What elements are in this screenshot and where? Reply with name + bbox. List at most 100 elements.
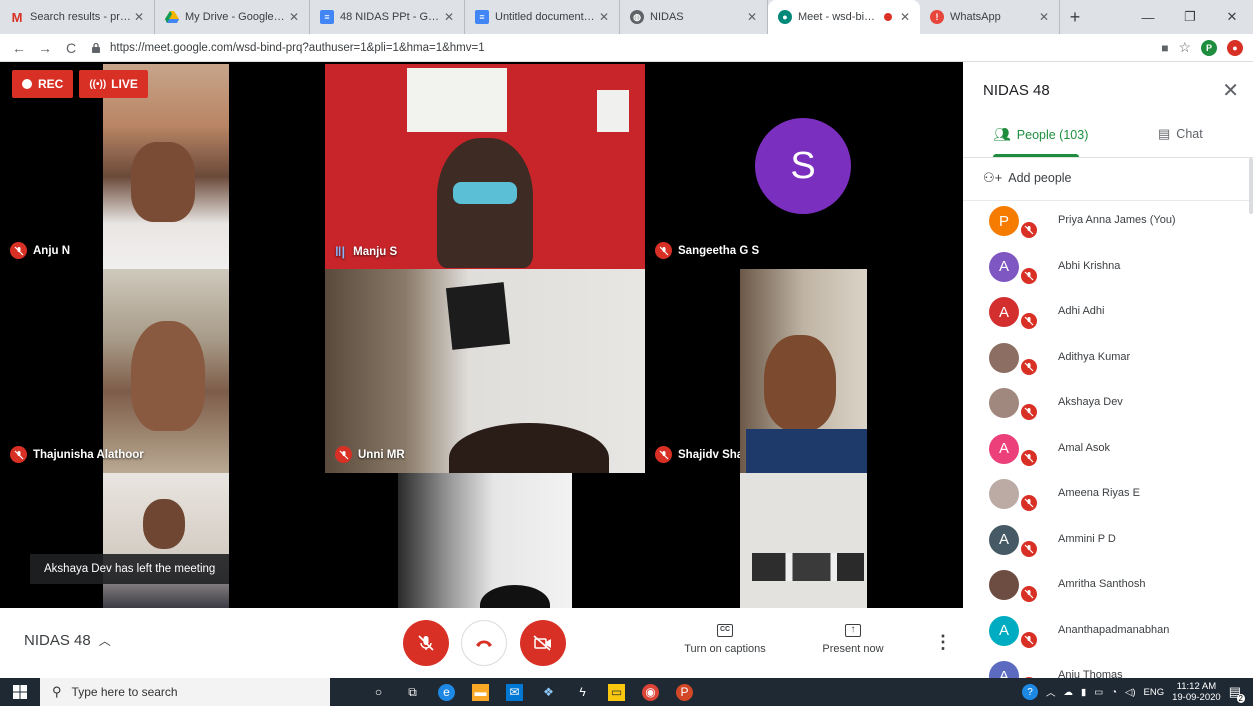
camera-toggle-button[interactable] xyxy=(520,620,566,666)
participant-video xyxy=(143,499,185,549)
participant-row[interactable]: Ameena Riyas E xyxy=(963,473,1253,519)
minimize-button[interactable]: — xyxy=(1127,0,1169,34)
back-button[interactable]: ← xyxy=(6,40,32,56)
tab-people[interactable]: 👥︎ People (103) xyxy=(993,126,1088,143)
add-people-button[interactable]: ⚇+ Add people xyxy=(983,170,1072,186)
add-person-icon: ⚇+ xyxy=(983,170,1003,185)
recording-badges: REC ((•)) LIVE xyxy=(12,70,148,98)
participant-row[interactable]: Akshaya Dev xyxy=(963,382,1253,428)
tab-label: 48 NIDAS PPt - Google xyxy=(340,11,442,23)
profile-avatar[interactable]: P xyxy=(1201,39,1217,56)
wall-clock-image xyxy=(445,282,511,350)
mail-icon[interactable]: ✉ xyxy=(506,683,523,701)
avatar: A xyxy=(989,251,1019,282)
browser-tab-active[interactable]: ● Meet - wsd-bind- ✕ xyxy=(768,0,920,34)
browser-tab[interactable]: ◍ NIDAS ✕ xyxy=(620,0,768,34)
whiteboard-image xyxy=(407,68,507,132)
power-automate-icon[interactable]: ϟ xyxy=(574,684,591,701)
help-icon[interactable]: ? xyxy=(1022,684,1039,700)
tab-chat[interactable]: ▤ Chat xyxy=(1158,126,1203,142)
close-icon[interactable]: ✕ xyxy=(745,10,759,24)
close-icon[interactable]: ✕ xyxy=(442,10,456,24)
captions-icon: CC xyxy=(717,624,733,637)
cortana-icon[interactable]: ○ xyxy=(370,684,387,701)
forward-button[interactable]: → xyxy=(32,40,58,56)
leave-call-button[interactable] xyxy=(461,620,507,666)
live-label: LIVE xyxy=(111,77,138,91)
participant-list-name: Ananthapadmanabhan xyxy=(1058,623,1170,636)
maximize-button[interactable]: ❐ xyxy=(1169,0,1211,34)
camera-indicator-icon[interactable]: ■ xyxy=(1161,41,1168,55)
avatar xyxy=(989,479,1019,509)
mic-off-icon xyxy=(1019,493,1039,513)
close-icon[interactable]: ✕ xyxy=(132,10,146,24)
browser-tab[interactable]: My Drive - Google Drive ✕ xyxy=(155,0,310,34)
window-close-button[interactable]: ✕ xyxy=(1211,0,1253,34)
language-indicator[interactable]: ENG xyxy=(1144,687,1165,698)
participant-row[interactable]: A Adhi Adhi xyxy=(963,291,1253,337)
avatar: A xyxy=(989,297,1019,327)
participant-list-name: Ameena Riyas E xyxy=(1058,487,1140,499)
browser-tab[interactable]: M Search results - priyaa ✕ xyxy=(0,0,155,34)
participant-list-name: Ammini P D xyxy=(1058,532,1116,545)
participant-tile[interactable] xyxy=(398,473,572,608)
mic-off-icon xyxy=(1019,265,1039,286)
clock-date: 19-09-2020 xyxy=(1172,692,1221,703)
chrome-icon[interactable]: ◉ xyxy=(642,683,659,701)
participant-row[interactable]: Amritha Santhosh xyxy=(963,564,1253,610)
extension-icon[interactable]: ● xyxy=(1227,39,1243,56)
participant-tile[interactable]: S Sangeetha G S xyxy=(645,64,963,269)
participant-row[interactable]: A Amal Asok xyxy=(963,428,1253,474)
notifications-icon[interactable]: ▤ 2 xyxy=(1229,684,1245,703)
browser-tab[interactable]: ≡ 48 NIDAS PPt - Google ✕ xyxy=(310,0,465,34)
taskbar-search-box[interactable]: ⚲ Type here to search xyxy=(40,678,330,706)
participant-row[interactable]: A Ammini P D xyxy=(963,519,1253,565)
present-now-button[interactable]: ↑ Present now xyxy=(808,624,898,655)
participant-tile[interactable] xyxy=(740,473,867,608)
close-panel-icon[interactable]: ✕ xyxy=(1222,78,1239,103)
battery-icon[interactable]: ▭ xyxy=(1094,687,1103,698)
participant-row[interactable]: A Abhi Krishna xyxy=(963,246,1253,292)
participant-tile[interactable]: ǁ| Manju S xyxy=(325,64,645,269)
windows-start-button[interactable] xyxy=(0,678,40,706)
bookmark-star-icon[interactable]: ☆ xyxy=(1178,39,1191,56)
add-people-label: Add people xyxy=(1008,171,1072,185)
clock[interactable]: 11:12 AM 19-09-2020 xyxy=(1172,681,1221,703)
captions-button[interactable]: CC Turn on captions xyxy=(680,624,770,655)
close-icon[interactable]: ✕ xyxy=(597,10,611,24)
chat-tab-label: Chat xyxy=(1176,127,1203,141)
sticky-notes-icon[interactable]: ▭ xyxy=(608,683,625,701)
chevron-up-icon[interactable]: ︿ xyxy=(1046,685,1056,699)
more-options-icon[interactable]: ⋮ xyxy=(934,632,952,653)
meeting-details-button[interactable]: NIDAS 48 ︿ xyxy=(24,632,111,649)
whatsapp-icon: ! xyxy=(930,10,944,24)
task-view-icon[interactable]: ⧉ xyxy=(404,684,421,701)
new-tab-button[interactable]: + xyxy=(1060,0,1090,34)
participant-tile[interactable] xyxy=(103,473,229,608)
close-icon[interactable]: ✕ xyxy=(898,10,912,24)
browser-tab[interactable]: ! WhatsApp ✕ xyxy=(920,0,1060,34)
volume-icon[interactable]: ◁) xyxy=(1125,687,1135,698)
participant-row[interactable]: A Anju Thomas xyxy=(963,655,1253,678)
scrollbar[interactable] xyxy=(1249,158,1253,214)
wifi-icon[interactable]: ◔ xyxy=(1111,687,1117,698)
participant-row[interactable]: P Priya Anna James (You) xyxy=(963,200,1253,246)
powerpoint-icon[interactable]: P xyxy=(676,683,693,701)
close-icon[interactable]: ✕ xyxy=(1037,10,1051,24)
edge-icon[interactable]: e xyxy=(438,683,455,701)
reload-button[interactable]: C xyxy=(58,40,84,56)
browser-tab[interactable]: ≡ Untitled document - G ✕ xyxy=(465,0,620,34)
participant-tile[interactable]: Unni MR xyxy=(325,269,645,473)
avatar xyxy=(989,570,1019,600)
participant-row[interactable]: Adithya Kumar xyxy=(963,337,1253,383)
dropbox-icon[interactable]: ❖ xyxy=(540,684,557,701)
mic-off-icon xyxy=(655,446,672,463)
cloud-icon[interactable]: ☁ xyxy=(1064,687,1074,698)
participant-row[interactable]: A Ananthapadmanabhan xyxy=(963,610,1253,656)
address-bar[interactable]: https://meet.google.com/wsd-bind-prq?aut… xyxy=(90,37,1151,59)
file-explorer-icon[interactable]: ▬ xyxy=(472,683,489,701)
participant-tile[interactable] xyxy=(740,269,867,473)
close-icon[interactable]: ✕ xyxy=(287,10,301,24)
usb-icon[interactable]: ▮ xyxy=(1081,687,1086,698)
microphone-toggle-button[interactable] xyxy=(403,620,449,666)
